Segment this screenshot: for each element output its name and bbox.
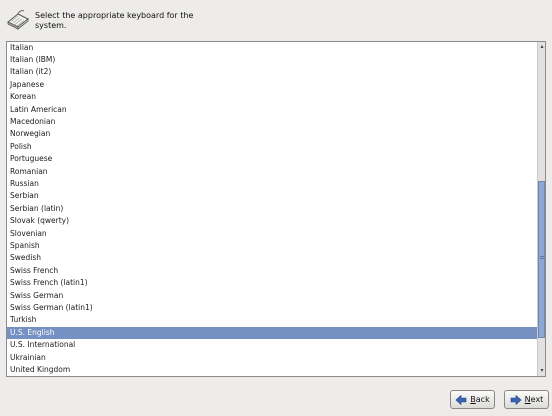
keyboard-list-frame: Italian Italian (IBM) Italian (it2) Japanes… (6, 41, 546, 377)
next-button[interactable]: Next (504, 390, 549, 409)
list-item[interactable]: Polish (7, 141, 537, 153)
list-item[interactable]: Latin American (7, 104, 537, 116)
list-item[interactable]: Serbian (latin) (7, 203, 537, 215)
list-item[interactable]: Russian (7, 178, 537, 190)
list-item[interactable]: Spanish (7, 240, 537, 252)
list-item[interactable]: Swedish (7, 252, 537, 264)
list-item[interactable]: Norwegian (7, 128, 537, 140)
scrollbar-thumb[interactable] (538, 180, 545, 338)
list-item[interactable]: Italian (7, 42, 537, 54)
list-item[interactable]: Macedonian (7, 116, 537, 128)
header-title: Select the appropriate keyboard for the … (35, 11, 194, 30)
list-item[interactable]: Korean (7, 91, 537, 103)
list-item[interactable]: U.S. English (7, 326, 537, 340)
next-button-label: Next (524, 395, 544, 404)
list-item[interactable]: Japanese (7, 79, 537, 91)
list-item[interactable]: Swiss French (7, 265, 537, 277)
list-item[interactable]: Italian (IBM) (7, 54, 537, 66)
back-button[interactable]: Back (450, 390, 495, 409)
list-item[interactable]: Swiss German (latin1) (7, 302, 537, 314)
list-item[interactable]: Italian (it2) (7, 66, 537, 78)
vertical-scrollbar[interactable]: ▴ ▾ (537, 42, 545, 376)
back-button-label: Back (470, 395, 490, 404)
arrow-right-icon (510, 394, 522, 405)
keyboard-icon (7, 10, 29, 30)
scrollbar-grip (540, 256, 544, 258)
list-item[interactable]: Ukrainian (7, 352, 537, 364)
header: Select the appropriate keyboard for the … (0, 0, 552, 42)
list-item[interactable]: U.S. International (7, 339, 537, 351)
list-item[interactable]: Slovenian (7, 228, 537, 240)
list-item[interactable]: Swiss German (7, 290, 537, 302)
list-item[interactable]: Slovak (qwerty) (7, 215, 537, 227)
list-item[interactable]: United Kingdom (7, 364, 537, 376)
scroll-down-arrow-icon[interactable]: ▾ (538, 367, 545, 375)
list-item[interactable]: Portuguese (7, 153, 537, 165)
scrollbar-grip (540, 258, 544, 260)
keyboard-list[interactable]: Italian Italian (IBM) Italian (it2) Japanes… (7, 42, 537, 376)
arrow-left-icon (455, 394, 467, 405)
scroll-up-arrow-icon[interactable]: ▴ (538, 43, 545, 51)
list-item[interactable]: Romanian (7, 166, 537, 178)
list-item[interactable]: Turkish (7, 314, 537, 326)
list-item[interactable]: Serbian (7, 190, 537, 202)
list-item[interactable]: Swiss French (latin1) (7, 277, 537, 289)
